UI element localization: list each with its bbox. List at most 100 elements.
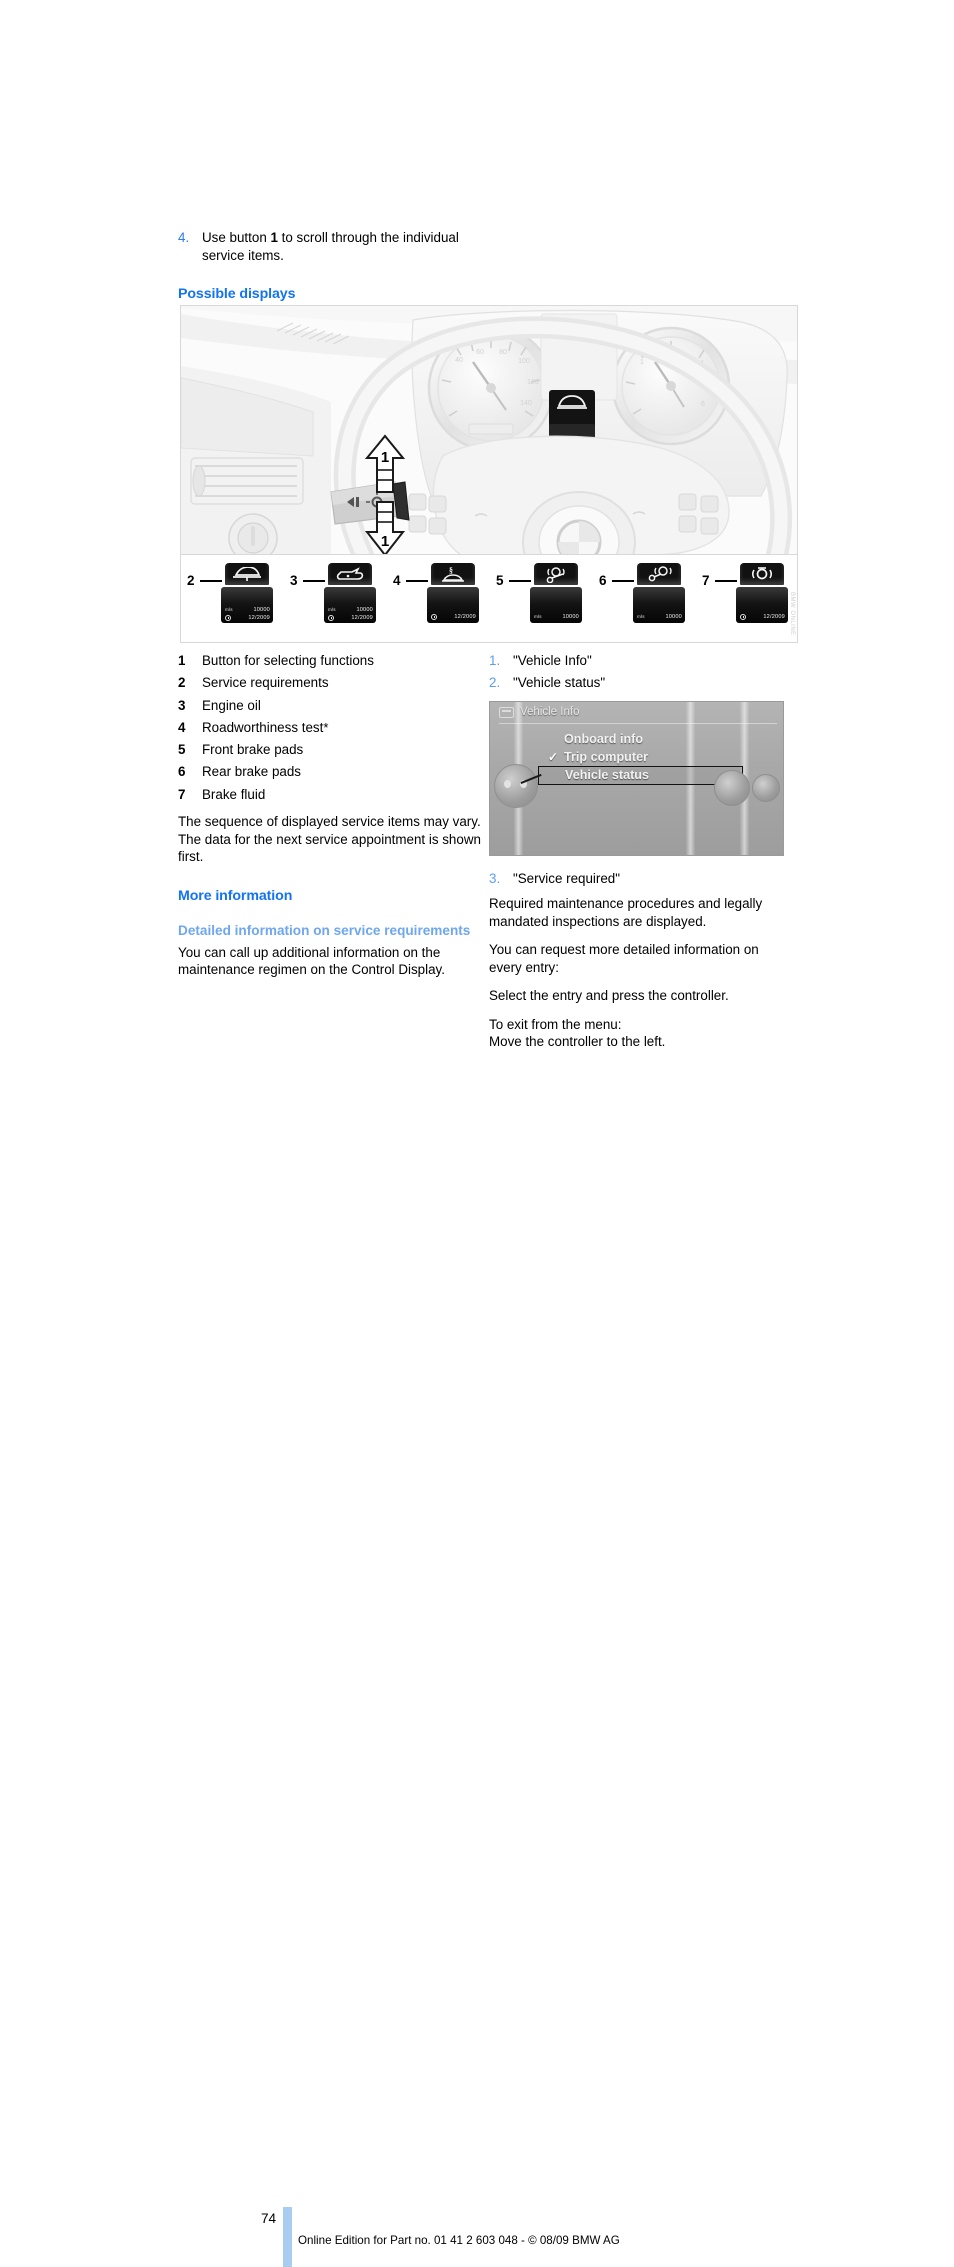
legend-item: 5 Front brake pads [178, 739, 483, 761]
right-step-2: 2. "Vehicle status" [489, 672, 785, 694]
leader-line [303, 580, 325, 582]
service-values: mls 10000 12/2009 [221, 587, 273, 623]
idrive-header: Vehicle Info [499, 706, 579, 718]
chapter-tab: Controls overview [0, 0, 60, 420]
service-badge: § 12/2009 [427, 563, 479, 623]
legend-item: 6 Rear brake pads [178, 761, 483, 783]
legend-label: Engine oil [202, 697, 261, 713]
step-label: "Vehicle status" [513, 675, 606, 691]
figure-instrument-cluster: 40 60 80 100 120 140 12 34 56 1 1 2 mls … [180, 305, 798, 643]
rear-brake-pad-icon [637, 563, 681, 585]
svg-text:80: 80 [499, 349, 507, 356]
paragraph-select-entry: Select the entry and press the controlle… [489, 988, 729, 1004]
step-number: 1. [489, 653, 501, 668]
idrive-side-button-2[interactable] [752, 774, 780, 802]
right-column: 1. "Vehicle Info" 2. "Vehicle status" [489, 650, 785, 695]
idrive-header-label: Vehicle Info [520, 706, 580, 718]
service-badge: mls 10000 [530, 563, 582, 623]
legend-label: Button for selecting functions [202, 653, 374, 668]
step-4: 4. Use button 1 to scroll through the in… [178, 229, 478, 264]
footer-text: Online Edition for Part no. 01 41 2 603 … [298, 2234, 620, 2247]
legend-number: 1 [178, 653, 186, 668]
step-number: 4. [178, 230, 190, 245]
leader-line [509, 580, 531, 582]
service-values: mls 10000 12/2009 [324, 587, 376, 623]
step-number: 3. [489, 871, 501, 886]
step-label: "Service required" [513, 871, 621, 886]
legend-number: 2 [178, 675, 186, 691]
legend-item: 1 Button for selecting functions [178, 650, 483, 672]
asterisk-marker: * [323, 719, 329, 735]
clock-icon [225, 614, 231, 621]
service-date-line: 12/2009 [225, 614, 270, 621]
service-icon-7: 7 12/2009 [696, 555, 797, 642]
idrive-item-label: Vehicle status [565, 768, 649, 782]
leader-line [200, 580, 222, 582]
idrive-item-vehicle-status[interactable]: Vehicle status [538, 766, 743, 785]
date-value: 12/2009 [454, 613, 476, 620]
left-column: 4. Use button 1 to scroll through the in… [178, 229, 478, 310]
service-badge: mls 10000 [633, 563, 685, 623]
service-callout-number: 2 [187, 573, 195, 588]
step-text-bold: 1 [270, 230, 278, 245]
svg-text:100: 100 [518, 358, 530, 365]
legend-block: 1 Button for selecting functions 2 Servi… [178, 650, 483, 990]
service-miles-line: mls 10000 [637, 613, 682, 620]
miles-value: 10000 [562, 613, 579, 620]
date-value: 12/2009 [351, 614, 373, 621]
leader-line [612, 580, 634, 582]
service-icon-strip: 2 mls 10000 12/2009 3 mls 10000 12/2009 … [181, 554, 797, 642]
service-callout-number: 4 [393, 573, 401, 588]
legend-label: Roadworthiness test* [202, 717, 483, 739]
svg-text:§: § [449, 566, 453, 575]
brake-fluid-icon [740, 563, 784, 585]
unit-label: mls [534, 614, 542, 619]
miles-value: 10000 [356, 606, 373, 613]
miles-value: 10000 [253, 606, 270, 613]
heading-detailed-information: Detailed information on service requirem… [178, 922, 471, 938]
legend-number: 6 [178, 764, 186, 780]
legend-label: Front brake pads [202, 742, 304, 758]
leader-line [715, 580, 737, 582]
svg-text:1: 1 [381, 533, 389, 550]
legend-label: Service requirements [202, 675, 329, 691]
paragraph-request-detail: You can request more detailed informatio… [489, 942, 759, 975]
service-miles-line: mls 10000 [225, 606, 270, 613]
unit-label: mls [225, 607, 233, 612]
heading-more-information: More information [178, 887, 293, 904]
front-brake-pad-icon [534, 563, 578, 585]
idrive-menu-list: Onboard info ✓ Trip computer Vehicle sta… [538, 730, 743, 785]
paragraph-required-maintenance: Required maintenance procedures and lega… [489, 896, 763, 929]
svg-text:60: 60 [476, 349, 484, 356]
right-column-lower: 3. "Service required" Required maintenan… [489, 868, 785, 1062]
unit-label: mls [328, 607, 336, 612]
paragraph-exit-menu-line1: To exit from the menu: [489, 1016, 622, 1032]
date-value: 12/2009 [248, 614, 270, 621]
service-icon-2: 2 mls 10000 12/2009 [181, 555, 284, 642]
clock-icon [328, 614, 334, 621]
knob-highlight-left [504, 780, 511, 788]
paragraph-exit-menu-line2: Move the controller to the left. [489, 1034, 666, 1050]
idrive-item-trip-computer[interactable]: ✓ Trip computer [538, 748, 743, 766]
legend-number: 3 [178, 697, 186, 713]
legend-label: Brake fluid [202, 786, 266, 802]
svg-text:120: 120 [527, 379, 539, 386]
idrive-controller-knob[interactable] [494, 764, 538, 808]
svg-text:6: 6 [701, 401, 705, 408]
oil-can-icon [328, 563, 372, 585]
idrive-side-button-1[interactable] [714, 770, 750, 806]
service-values: 12/2009 [736, 587, 788, 623]
figure-credit: BMW ONLINE [789, 592, 795, 636]
legend-number: 4 [178, 719, 186, 735]
service-values: mls 10000 [530, 587, 582, 623]
clock-icon [740, 613, 746, 620]
idrive-item-onboard-info[interactable]: Onboard info [538, 730, 743, 748]
manual-page: Controls overview 4. Use button 1 to scr… [0, 0, 954, 2267]
step-text: Use button 1 to scroll through the indiv… [202, 229, 478, 264]
service-callout-number: 6 [599, 573, 607, 588]
service-date-line: 12/2009 [740, 613, 785, 620]
legend-item: 3 Engine oil [178, 695, 483, 717]
step-label: "Vehicle Info" [513, 653, 592, 668]
idrive-item-label: Trip computer [564, 750, 648, 764]
legend-label: Rear brake pads [202, 764, 301, 780]
